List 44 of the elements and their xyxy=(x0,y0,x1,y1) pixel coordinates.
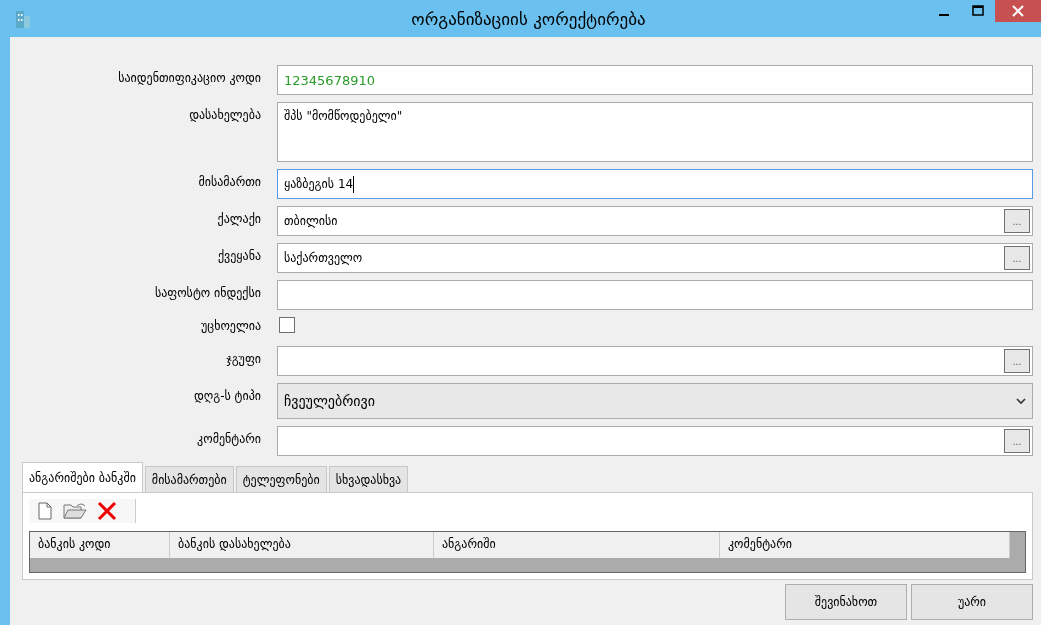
browse-button[interactable]: ... xyxy=(1004,246,1030,270)
lookup-field[interactable]: ... xyxy=(277,426,1033,456)
column-header[interactable]: ბანკის კოდი xyxy=(30,532,170,558)
tab[interactable]: მისამართები xyxy=(144,466,234,492)
dialog-button[interactable]: შევინახოთ xyxy=(785,584,907,620)
buildings-icon xyxy=(16,9,30,28)
maximize-icon xyxy=(972,5,984,17)
tab[interactable]: ტელეფონები xyxy=(235,466,327,492)
field-label: დასახელება xyxy=(188,107,262,122)
browse-button[interactable]: ... xyxy=(1004,429,1030,453)
column-header[interactable]: ანგარიში xyxy=(434,532,720,558)
field-label: კომენტარი xyxy=(196,431,262,446)
window-title: ორგანიზაციის კორექტირება xyxy=(410,8,647,29)
text-field[interactable]: 12345678910 xyxy=(277,65,1033,95)
lookup-field[interactable]: საქართველო ... xyxy=(277,243,1033,273)
lookup-field[interactable]: თბილისი ... xyxy=(277,206,1033,236)
close-icon xyxy=(1012,5,1024,17)
delete-icon[interactable] xyxy=(97,501,117,521)
chevron-down-icon xyxy=(1016,397,1026,405)
new-document-icon[interactable] xyxy=(37,502,53,520)
field-label: საიდენთიფიკაციო კოდი xyxy=(117,70,262,85)
close-button[interactable] xyxy=(995,0,1041,22)
lookup-field[interactable]: ... xyxy=(277,346,1033,376)
field-label: ჯგუფი xyxy=(225,351,262,366)
field-label: უცხოელია xyxy=(200,318,262,333)
text-field[interactable] xyxy=(277,280,1033,310)
field-label: ქალაქი xyxy=(216,211,262,226)
column-header[interactable]: ბანკის დასახელება xyxy=(170,532,434,558)
tab[interactable]: სხვადასხვა xyxy=(328,466,409,492)
field-label: მისამართი xyxy=(197,174,262,189)
field-label: დღგ-ს ტიპი xyxy=(193,388,262,403)
field-label: ქვეყანა xyxy=(216,248,262,263)
column-header[interactable]: კომენტარი xyxy=(720,532,1010,558)
dropdown[interactable]: ჩვეულებრივი xyxy=(277,383,1033,419)
text-area[interactable]: შპს "მომწოდებელი" xyxy=(277,102,1033,162)
dialog-button[interactable]: უარი xyxy=(911,584,1033,620)
browse-button[interactable]: ... xyxy=(1004,349,1030,373)
browse-button[interactable]: ... xyxy=(1004,209,1030,233)
field-label: საფოსტო ინდექსი xyxy=(153,285,262,300)
tab[interactable]: ანგარიშები ბანკში xyxy=(22,462,143,492)
minimize-icon xyxy=(939,14,949,16)
text-field[interactable]: ყაზბეგის 14 xyxy=(277,169,1033,199)
checkbox[interactable] xyxy=(279,317,295,333)
open-folder-icon[interactable] xyxy=(63,502,87,520)
